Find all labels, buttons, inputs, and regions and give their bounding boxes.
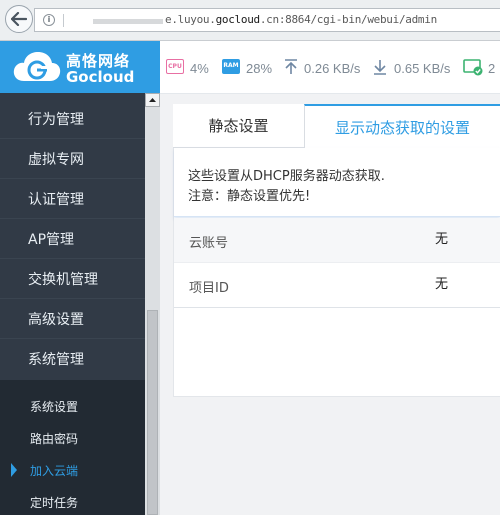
cloud-account-label: 云账号 xyxy=(189,236,229,251)
ram-chip-icon: RAM xyxy=(222,59,240,74)
tab-static-settings[interactable]: 静态设置 xyxy=(173,104,304,148)
sidebar-item-ap[interactable]: AP管理 xyxy=(0,219,145,259)
project-id-value: 无 xyxy=(435,277,449,292)
ram-usage: 28% xyxy=(246,61,273,76)
notice-line-2: 注意：静态设置优先! xyxy=(188,189,311,204)
sidebar-item-switch[interactable]: 交换机管理 xyxy=(0,259,145,299)
submenu-item-router-password[interactable]: 路由密码 xyxy=(0,422,145,454)
upload-speed: 0.26 KB/s xyxy=(304,61,361,76)
sidebar-item-system[interactable]: 系统管理 xyxy=(0,339,145,379)
submenu-item-label: 定时任务 xyxy=(30,496,79,510)
sidebar: 行为管理 虚拟专网 认证管理 AP管理 交换机管理 高级设置 系统管理 系统设置… xyxy=(0,93,160,515)
cpu-chip-icon: CPU xyxy=(166,59,184,74)
submenu-item-scheduled-tasks[interactable]: 定时任务 xyxy=(0,486,145,518)
arrow-left-icon xyxy=(11,12,27,26)
submenu-item-label: 加入云端 xyxy=(30,464,79,478)
tab-dynamic-settings[interactable]: 显示动态获取的设置 xyxy=(304,104,500,148)
sidebar-item-label: 交换机管理 xyxy=(28,272,98,288)
download-speed: 0.65 KB/s xyxy=(394,61,451,76)
sidebar-item-label: 行为管理 xyxy=(28,112,84,128)
cloud-account-value: 无 xyxy=(435,232,449,247)
address-bar[interactable]: i e.luyou.gocloud.cn:8864/cgi-bin/webui/… xyxy=(34,8,500,32)
notice-line-1: 这些设置从DHCP服务器动态获取. xyxy=(188,169,385,184)
table-row: 项目ID 无 xyxy=(174,263,500,308)
submenu-item-join-cloud[interactable]: 加入云端 xyxy=(0,454,145,486)
active-indicator-icon xyxy=(11,463,17,477)
back-button[interactable] xyxy=(5,5,33,33)
browser-toolbar: i e.luyou.gocloud.cn:8864/cgi-bin/webui/… xyxy=(0,0,500,41)
status-bar: CPU 4% RAM 28% 0.26 KB/s 0.65 KB/s 2 xyxy=(160,41,500,94)
sidebar-item-behavior[interactable]: 行为管理 xyxy=(0,99,145,139)
url-text: e.luyou.gocloud.cn:8864/cgi-bin/webui/ad… xyxy=(165,13,437,26)
sidebar-item-label: 系统管理 xyxy=(28,352,84,368)
redacted-url-part xyxy=(93,19,163,24)
brand-logo[interactable]: 高恪网络 Gocloud xyxy=(0,41,160,93)
scrollbar-thumb[interactable] xyxy=(147,310,158,515)
url-domain-prefix: e.luyou. xyxy=(165,13,216,26)
cloud-logo-icon xyxy=(13,52,61,81)
url-path: .cn:8864/cgi-bin/webui/admin xyxy=(259,13,437,26)
sidebar-item-label: 虚拟专网 xyxy=(28,152,84,168)
system-submenu: 系统设置 路由密码 加入云端 定时任务 xyxy=(0,380,145,515)
sidebar-item-label: 认证管理 xyxy=(28,192,84,208)
download-arrow-icon xyxy=(374,60,386,75)
table-row: 云账号 无 xyxy=(174,218,500,263)
online-count: 2 xyxy=(488,61,496,76)
sidebar-item-auth[interactable]: 认证管理 xyxy=(0,179,145,219)
sidebar-item-vpn[interactable]: 虚拟专网 xyxy=(0,139,145,179)
scroll-up-button[interactable] xyxy=(145,93,160,107)
upload-arrow-icon xyxy=(285,59,297,74)
sidebar-item-label: 高级设置 xyxy=(28,312,84,328)
sidebar-item-advanced[interactable]: 高级设置 xyxy=(0,299,145,339)
submenu-item-label: 路由密码 xyxy=(30,432,79,446)
address-separator xyxy=(63,14,64,27)
brand-name-en: Gocloud xyxy=(66,68,135,86)
submenu-item-system-settings[interactable]: 系统设置 xyxy=(0,390,145,422)
info-notice: 这些设置从DHCP服务器动态获取. 注意：静态设置优先! xyxy=(174,148,500,217)
info-icon[interactable]: i xyxy=(43,14,55,26)
url-host: gocloud xyxy=(215,13,261,26)
online-users-icon xyxy=(463,59,483,76)
sidebar-item-label: AP管理 xyxy=(28,232,75,248)
submenu-item-label: 系统设置 xyxy=(30,400,79,414)
triangle-up-icon xyxy=(149,98,156,102)
project-id-label: 项目ID xyxy=(189,281,229,296)
cpu-usage: 4% xyxy=(190,61,209,76)
